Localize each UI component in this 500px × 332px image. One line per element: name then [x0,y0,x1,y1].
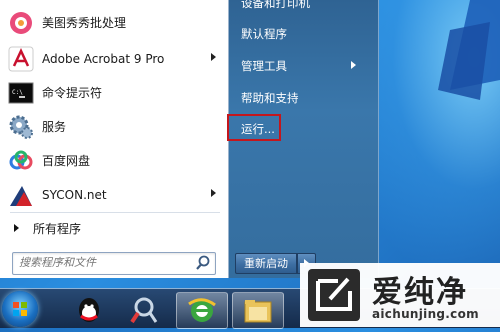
svg-text:C:\: C:\ [12,89,23,96]
qq-icon [79,298,99,322]
program-item-services[interactable]: 服务 [4,110,226,143]
link-devices-printers[interactable]: 设备和打印机 [241,0,310,11]
link-admin-tools[interactable]: 管理工具 [241,58,287,74]
separator [10,212,220,213]
watermark-brand: 爱纯净 [372,275,468,310]
submenu-arrow-icon [351,61,356,69]
desktop-logo-fragment [438,0,500,100]
program-label: 美图秀秀批处理 [42,16,127,30]
watermark-url: aichunjing.com [372,307,479,321]
program-label: 命令提示符 [42,86,103,100]
acrobat-icon [8,46,34,72]
baidu-netdisk-icon [8,148,34,174]
start-orb-icon[interactable] [2,291,38,327]
submenu-arrow-icon [211,189,216,197]
sycon-icon [8,182,34,208]
tools-icon [130,297,158,324]
program-item-acrobat[interactable]: Adobe Acrobat 9 Pro [4,42,226,75]
taskbar-explorer-button[interactable] [232,292,284,329]
link-help-support[interactable]: 帮助和支持 [241,90,299,106]
search-box[interactable] [12,252,216,275]
link-default-programs[interactable]: 默认程序 [241,26,287,42]
restart-button[interactable]: 重新启动 [235,253,297,274]
program-label: SYCON.net [42,187,107,202]
expand-arrow-icon [14,224,19,232]
program-item-cmd[interactable]: C:\ 命令提示符 [4,76,226,109]
start-menu: 美图秀秀批处理 Adobe Acrobat 9 Pro C:\ 命令提示符 服务 [0,0,379,278]
all-programs-item[interactable]: 所有程序 [4,215,226,241]
program-item-sycon[interactable]: SYCON.net [4,178,226,211]
taskbar-ie-button[interactable] [176,292,228,329]
taskbar-tools-button[interactable] [120,292,170,327]
taskbar-qq-button[interactable] [64,292,114,327]
ie-icon [188,298,216,322]
program-item-meitu[interactable]: 美图秀秀批处理 [4,6,226,39]
program-label: 服务 [42,120,67,134]
watermark: 爱纯净 aichunjing.com [300,263,500,327]
run-highlight-box [227,114,281,141]
program-list-pane: 美图秀秀批处理 Adobe Acrobat 9 Pro C:\ 命令提示符 服务 [0,0,229,278]
submenu-arrow-icon [211,53,216,61]
meitu-icon [8,10,34,36]
program-item-baidu-netdisk[interactable]: 百度网盘 [4,144,226,177]
program-label: 百度网盘 [42,154,91,168]
watermark-logo-icon [308,269,360,321]
services-gear-icon [8,114,34,140]
file-explorer-icon [244,300,272,323]
program-label: Adobe Acrobat 9 Pro [42,51,165,66]
cmd-icon: C:\ [8,80,34,106]
all-programs-label: 所有程序 [33,221,82,236]
search-input[interactable] [19,255,187,270]
search-icon[interactable] [193,254,213,272]
